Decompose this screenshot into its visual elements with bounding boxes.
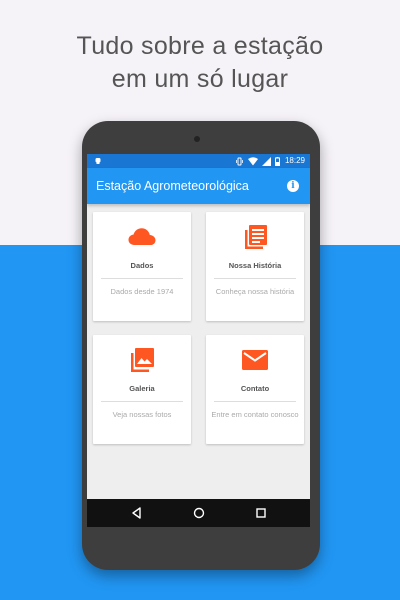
wifi-icon [248, 156, 258, 165]
card-label: Nossa História [228, 261, 282, 270]
app-bar: Estação Agrometeorológica i [87, 168, 310, 204]
android-notification-icon [95, 158, 101, 164]
card-divider [214, 278, 296, 279]
signal-icon [262, 156, 271, 166]
card-description: Veja nossas fotos [112, 410, 172, 419]
card-nossa-historia[interactable]: Nossa História Conheça nossa história [206, 212, 304, 321]
card-label: Contato [240, 384, 270, 393]
card-galeria[interactable]: Galeria Veja nossas fotos [93, 335, 191, 444]
home-circle-icon[interactable] [192, 506, 206, 520]
headline-line-1: Tudo sobre a estação [76, 32, 324, 60]
card-description: Entre em contato conosco [211, 410, 299, 419]
card-divider [101, 401, 183, 402]
photo-gallery-icon [131, 348, 154, 372]
envelope-icon [242, 350, 268, 370]
card-divider [214, 401, 296, 402]
phone-camera [194, 136, 200, 142]
battery-icon [275, 156, 280, 166]
status-time: 18:29 [284, 156, 305, 165]
app-title: Estação Agrometeorológica [96, 179, 249, 193]
card-label: Galeria [129, 384, 155, 393]
android-nav-bar [87, 499, 310, 527]
promo-headline: Tudo sobre a estação em um só lugar [0, 30, 400, 96]
card-description: Conheça nossa história [215, 287, 295, 296]
info-icon[interactable]: i [287, 180, 299, 192]
status-bar: 18:29 [87, 154, 310, 168]
card-description: Dados desde 1974 [110, 287, 174, 296]
document-stack-icon [245, 225, 267, 249]
back-triangle-icon[interactable] [130, 506, 144, 520]
status-icons [235, 156, 280, 166]
card-divider [101, 278, 183, 279]
phone-screen: 18:29 Estação Agrometeorológica i Dados … [87, 154, 310, 527]
card-dados[interactable]: Dados Dados desde 1974 [93, 212, 191, 321]
cloud-icon [128, 228, 156, 245]
phone-frame: 18:29 Estação Agrometeorológica i Dados … [82, 121, 320, 570]
card-label: Dados [130, 261, 154, 270]
vibrate-icon [236, 157, 243, 165]
card-contato[interactable]: Contato Entre em contato conosco [206, 335, 304, 444]
recents-square-icon[interactable] [254, 506, 268, 520]
headline-line-2: em um só lugar [111, 65, 289, 93]
